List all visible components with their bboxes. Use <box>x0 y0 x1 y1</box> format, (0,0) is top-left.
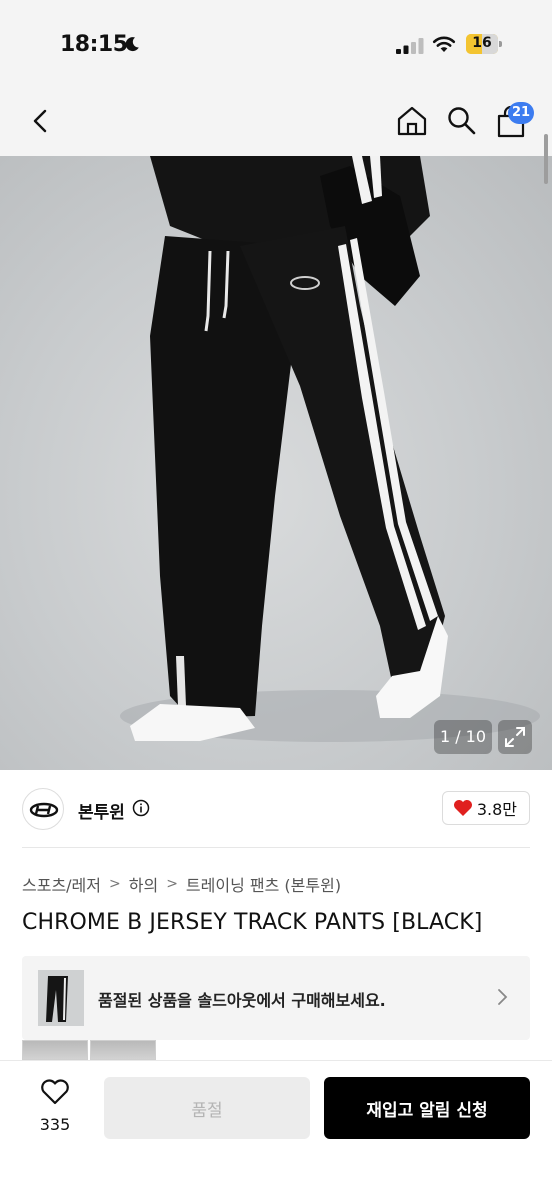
brand-row: 본투윈 3.8만 <box>22 770 530 848</box>
product-title: CHROME B JERSEY TRACK PANTS [BLACK] <box>22 910 483 935</box>
wifi-icon <box>432 36 456 52</box>
wishlist-count: 335 <box>39 1115 71 1134</box>
search-icon[interactable] <box>446 105 476 135</box>
track-pants-photo <box>120 156 540 742</box>
image-thumbnails <box>22 1040 156 1060</box>
bottom-action-bar: 335 품절 재입고 알림 신청 <box>0 1060 552 1200</box>
battery-indicator: 16 <box>466 34 502 54</box>
soldout-notice-card[interactable]: 품절된 상품을 솔드아웃에서 구매해보세요. <box>22 956 530 1040</box>
brand-like-count: 3.8만 <box>476 800 517 819</box>
breadcrumb-item-sports[interactable]: 스포츠/레저 <box>22 872 101 896</box>
breadcrumb-item-training-pants[interactable]: 트레이닝 팬츠 (본투윈) <box>186 872 341 896</box>
heart-filled-icon <box>453 800 472 816</box>
image-counter: 1 / 10 <box>434 720 492 754</box>
status-time: 18:15 <box>60 32 128 57</box>
signal-icon <box>396 38 424 54</box>
notice-text: 품절된 상품을 솔드아웃에서 구매해보세요. <box>98 991 386 1010</box>
status-bar: 18:15 16 <box>0 0 552 90</box>
chevron-right-icon: > <box>109 876 121 892</box>
notice-thumbnail <box>38 970 84 1026</box>
brand-logo[interactable] <box>22 788 64 830</box>
info-icon[interactable] <box>132 799 150 817</box>
product-image[interactable]: 1 / 10 <box>0 156 552 770</box>
brand-name[interactable]: 본투윈 <box>78 798 125 823</box>
expand-button[interactable] <box>498 720 532 754</box>
back-icon[interactable] <box>26 106 56 136</box>
restock-alert-button[interactable]: 재입고 알림 신청 <box>324 1077 530 1139</box>
cart-count-badge: 21 <box>508 102 535 124</box>
chevron-right-icon <box>498 989 508 1005</box>
thumbnail-2[interactable] <box>90 1040 156 1060</box>
scrollbar[interactable] <box>544 134 548 184</box>
battery-level: 16 <box>472 35 492 51</box>
expand-icon <box>505 727 525 747</box>
home-icon[interactable] <box>396 105 428 137</box>
breadcrumb-item-bottoms[interactable]: 하의 <box>129 872 158 896</box>
breadcrumb: 스포츠/레저 > 하의 > 트레이닝 팬츠 (본투윈) <box>22 872 341 896</box>
brand-like-button[interactable]: 3.8만 <box>441 791 530 825</box>
soldout-button: 품절 <box>104 1077 310 1139</box>
nav-bar: 21 <box>0 90 552 156</box>
moon-icon <box>125 37 139 52</box>
thumbnail-1[interactable] <box>22 1040 88 1060</box>
wishlist-button[interactable]: 335 <box>36 1079 74 1134</box>
heart-outline-icon <box>41 1079 69 1105</box>
chevron-right-icon: > <box>166 876 178 892</box>
